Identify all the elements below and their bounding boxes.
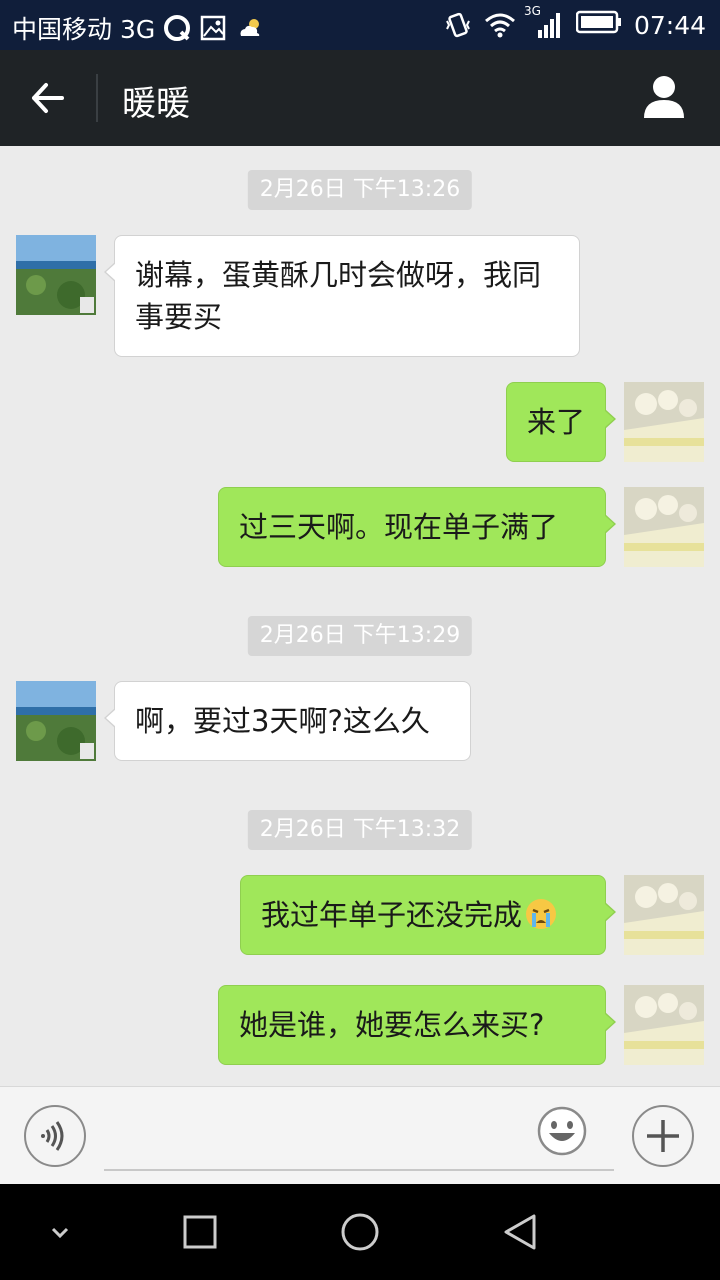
emoji-button[interactable] <box>536 1105 598 1167</box>
message-bubble-outgoing[interactable]: 来了 <box>506 382 616 462</box>
timestamp: 2月26日 下午13:29 <box>247 616 473 656</box>
contact-avatar[interactable] <box>16 235 96 315</box>
circle-icon <box>341 1213 379 1251</box>
message-text: 来了 <box>527 405 586 439</box>
weather-icon <box>235 14 263 42</box>
back-nav-button[interactable] <box>496 1208 544 1256</box>
recents-button[interactable] <box>176 1208 224 1256</box>
chat-area[interactable]: 2月26日 下午13:26 谢幕，蛋黄酥几时会做呀，我同事要买 来了 过三天啊。… <box>0 146 720 1086</box>
message-bubble-outgoing[interactable]: 过三天啊。现在单子满了 <box>218 487 616 567</box>
my-avatar[interactable] <box>624 487 704 567</box>
person-icon <box>644 76 684 118</box>
wifi-icon <box>484 11 515 39</box>
timestamp: 2月26日 下午13:26 <box>247 170 473 210</box>
chevron-down-icon <box>51 1227 69 1239</box>
chat-profile-button[interactable] <box>642 74 686 120</box>
title-bar: 暖暖 <box>0 50 720 146</box>
qq-icon <box>163 14 191 42</box>
my-avatar[interactable] <box>624 985 704 1065</box>
vibrate-icon <box>444 11 472 39</box>
more-button[interactable] <box>632 1105 694 1167</box>
input-bar <box>0 1086 720 1185</box>
message-bubble-incoming[interactable]: 啊，要过3天啊?这么久 <box>104 681 471 761</box>
title-divider <box>96 74 98 122</box>
voice-icon <box>41 1121 64 1151</box>
signal-icon: 3G <box>524 4 564 40</box>
status-bar: 中国移动 3G 3G 07:44 <box>0 0 720 50</box>
square-icon <box>183 1215 217 1249</box>
message-text: 谢幕，蛋黄酥几时会做呀，我同事要买 <box>135 258 542 334</box>
chat-title: 暖暖 <box>122 84 190 124</box>
system-nav-bar <box>0 1184 720 1280</box>
clock: 07:44 <box>633 10 706 40</box>
message-text: 她是谁，她要怎么来买? <box>239 1008 545 1042</box>
smiley-icon <box>537 1106 587 1156</box>
plus-icon <box>647 1120 679 1152</box>
message-bubble-outgoing[interactable]: 她是谁，她要怎么来买? <box>218 985 616 1065</box>
hide-keyboard-button[interactable] <box>36 1208 84 1256</box>
message-text: 我过年单子还没完成 <box>261 898 523 932</box>
battery-icon <box>575 10 622 40</box>
back-button[interactable] <box>26 76 70 120</box>
message-text: 过三天啊。现在单子满了 <box>239 510 559 544</box>
home-button[interactable] <box>336 1208 384 1256</box>
voice-button[interactable] <box>24 1105 86 1167</box>
triangle-back-icon <box>504 1214 536 1250</box>
crying-face-icon <box>524 897 558 931</box>
contact-avatar[interactable] <box>16 681 96 761</box>
carrier-text: 中国移动 3G <box>12 15 156 44</box>
arrow-left-icon <box>32 83 64 113</box>
message-bubble-outgoing[interactable]: 我过年单子还没完成 <box>240 875 616 955</box>
timestamp: 2月26日 下午13:32 <box>247 810 473 850</box>
message-bubble-incoming[interactable]: 谢幕，蛋黄酥几时会做呀，我同事要买 <box>104 235 580 357</box>
my-avatar[interactable] <box>624 382 704 462</box>
my-avatar[interactable] <box>624 875 704 955</box>
gallery-icon <box>199 14 227 42</box>
message-text: 啊，要过3天啊?这么久 <box>135 704 430 738</box>
